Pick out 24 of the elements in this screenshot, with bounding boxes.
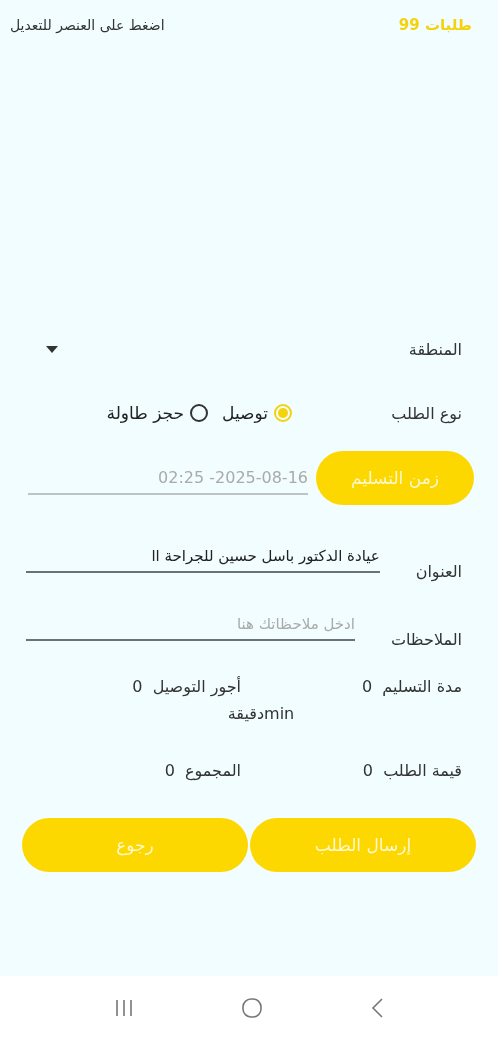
- home-icon[interactable]: [241, 997, 263, 1019]
- region-label: المنطقة: [407, 340, 462, 359]
- duration-unit: minدقيقة: [226, 704, 296, 723]
- stat-text: مدة التسليم 0: [361, 677, 462, 696]
- notes-label: الملاحظات: [390, 630, 462, 649]
- notes-field[interactable]: ادخل ملاحظاتك هنا: [26, 609, 355, 641]
- back-button[interactable]: رجوع: [22, 818, 248, 872]
- dropdown-arrow-icon[interactable]: [46, 345, 58, 354]
- radio-option[interactable]: حجز طاولة: [106, 403, 209, 423]
- address-label: العنوان: [415, 562, 462, 581]
- back-icon[interactable]: [370, 997, 385, 1019]
- submit-order-button[interactable]: إرسال الطلب: [250, 818, 476, 872]
- radio-option[interactable]: توصيل: [222, 403, 292, 423]
- edit-hint: اضغط على العنصر للتعديل: [10, 17, 165, 33]
- recent-apps-icon[interactable]: [113, 999, 134, 1017]
- delivery-time-button[interactable]: زمن التسليم: [316, 451, 474, 505]
- stat-text: أجور التوصيل 0: [131, 677, 241, 696]
- delivery-date-field[interactable]: 02:25 -2025-08-16: [28, 461, 308, 495]
- address-field[interactable]: عيادة الدكتور باسل حسين للجراحة اا: [26, 541, 380, 573]
- total-text: قيمة الطلب 0: [361, 761, 462, 780]
- order-type-label: نوع الطلب: [390, 403, 462, 423]
- total-text: المجموع 0: [163, 761, 241, 780]
- radio-circle-icon[interactable]: [190, 404, 209, 422]
- app-title: طلبات 99: [398, 16, 472, 34]
